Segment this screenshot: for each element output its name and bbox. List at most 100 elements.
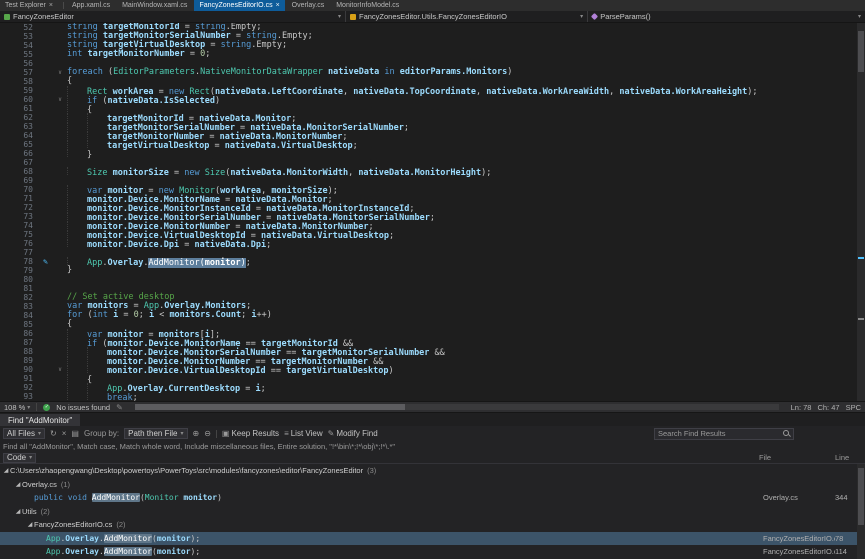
code-line[interactable]: 77 [0,248,865,257]
line-number[interactable]: 86 [0,329,38,338]
code-line[interactable]: 66} [0,149,865,158]
document-tab[interactable]: App.xaml.cs [67,0,115,11]
tab-close-icon[interactable]: × [49,2,53,9]
code-cleanup-icon[interactable]: ✎ [116,403,123,412]
line-number[interactable]: 75 [0,230,38,239]
result-group-row[interactable]: ◢FancyZonesEditorIO.cs(2) [0,518,865,532]
health-check-icon[interactable]: ✓ [43,404,50,411]
document-tab[interactable]: Overlay.cs [287,0,330,11]
fold-chevron-icon[interactable]: ∨ [53,95,67,104]
scope-dropdown[interactable]: All Files ▾ [3,428,45,439]
line-number[interactable]: 62 [0,113,38,122]
line-number[interactable]: 91 [0,374,38,383]
column-header-file[interactable]: File [759,453,831,462]
member-dropdown[interactable]: ParseParams() ▾ [588,11,865,22]
line-number[interactable]: 88 [0,347,38,356]
code-line[interactable]: 88monitor.Device.MonitorSerialNumber == … [0,347,865,356]
document-tab[interactable]: MainWindow.xaml.cs [117,0,192,11]
expand-all-icon[interactable]: ⊕ [193,429,200,438]
list-view-button[interactable]: ≡ List View [284,429,323,438]
line-number[interactable]: 65 [0,140,38,149]
code-line[interactable]: 69 [0,176,865,185]
line-number[interactable]: 52 [0,23,38,32]
line-number[interactable]: 73 [0,212,38,221]
code-line[interactable]: 93break; [0,392,865,401]
result-group-row[interactable]: ◢C:\Users\zhaopengwang\Desktop\powertoys… [0,464,865,478]
line-number[interactable]: 71 [0,194,38,203]
line-number[interactable]: 57 [0,68,38,77]
editor-vertical-scrollbar[interactable] [857,23,865,401]
fold-chevron-icon[interactable]: ∨ [53,365,67,374]
line-number[interactable]: 64 [0,131,38,140]
code-line[interactable]: 74monitor.Device.MonitorNumber = nativeD… [0,221,865,230]
result-match-row[interactable]: App.Overlay.AddMonitor(monitor);FancyZon… [0,532,865,546]
code-line[interactable]: 70var monitor = new Monitor(workArea, mo… [0,185,865,194]
refresh-icon[interactable]: ↻ [50,429,57,438]
code-line[interactable]: 75monitor.Device.VirtualDesktopId = nati… [0,230,865,239]
line-number[interactable]: 83 [0,302,38,311]
line-number[interactable]: 78 [0,257,38,266]
code-line[interactable]: 92App.Overlay.CurrentDesktop = i; [0,383,865,392]
result-match-row[interactable]: App.Overlay.AddMonitor(monitor);FancyZon… [0,545,865,559]
code-line[interactable]: 71monitor.Device.MonitorName = nativeDat… [0,194,865,203]
zoom-control[interactable]: 108 % ▾ [4,403,30,412]
line-number[interactable]: 58 [0,77,38,86]
results-scrollbar[interactable] [857,464,865,559]
line-number[interactable]: 89 [0,356,38,365]
expand-triangle-icon[interactable]: ◢ [14,508,22,515]
line-number[interactable]: 70 [0,185,38,194]
code-line[interactable]: 76monitor.Device.Dpi = nativeData.Dpi; [0,239,865,248]
code-line[interactable]: 91{ [0,374,865,383]
line-number[interactable]: 84 [0,311,38,320]
line-number[interactable]: 59 [0,86,38,95]
code-line[interactable]: 73monitor.Device.MonitorSerialNumber = n… [0,212,865,221]
line-number[interactable]: 55 [0,50,38,59]
code-line[interactable]: 58{ [0,77,865,86]
line-number[interactable]: 82 [0,293,38,302]
document-tab[interactable]: FancyZonesEditorIO.cs× [194,0,284,11]
line-number[interactable]: 61 [0,104,38,113]
line-number[interactable]: 85 [0,320,38,329]
modify-find-button[interactable]: ✎ Modify Find [328,429,378,438]
line-number[interactable]: 92 [0,383,38,392]
line-number[interactable]: 68 [0,167,38,176]
result-match-row[interactable]: public void AddMonitor(Monitor monitor)O… [0,491,865,505]
line-number[interactable]: 74 [0,221,38,230]
line-number[interactable]: 69 [0,176,38,185]
project-dropdown[interactable]: FancyZonesEditor ▾ [0,11,346,22]
document-tab[interactable]: MonitorInfoModel.cs [331,0,404,11]
expand-triangle-icon[interactable]: ◢ [14,481,22,488]
line-number[interactable]: 67 [0,158,38,167]
search-find-results-box[interactable] [654,428,794,440]
code-line[interactable]: 59Rect workArea = new Rect(nativeData.Le… [0,86,865,95]
result-group-row[interactable]: ◢Utils(2) [0,505,865,519]
column-header-line[interactable]: Line [835,453,857,462]
code-line[interactable]: 90∨monitor.Device.VirtualDesktopId == ta… [0,365,865,374]
code-line[interactable]: 86var monitor = monitors[i]; [0,329,865,338]
fold-chevron-icon[interactable]: ∨ [53,68,67,77]
line-number[interactable]: 66 [0,149,38,158]
expand-triangle-icon[interactable]: ◢ [26,521,34,528]
type-dropdown[interactable]: FancyZonesEditor.Utils.FancyZonesEditorI… [346,11,588,22]
scrollbar-thumb[interactable] [135,404,405,410]
code-line[interactable]: 64targetMonitorNumber = nativeData.Monit… [0,131,865,140]
keep-results-button[interactable]: ▣ Keep Results [222,429,279,438]
code-editor[interactable]: 52string targetMonitorId = string.Empty;… [0,23,865,401]
line-number[interactable]: 93 [0,392,38,401]
expand-triangle-icon[interactable]: ◢ [2,467,10,474]
code-line[interactable]: 68Size monitorSize = new Size(nativeData… [0,167,865,176]
search-find-results-input[interactable] [658,429,781,438]
line-number[interactable]: 87 [0,338,38,347]
code-line[interactable]: 72monitor.Device.MonitorInstanceId = nat… [0,203,865,212]
line-number[interactable]: 77 [0,248,38,257]
code-line[interactable]: 61{ [0,104,865,113]
line-number[interactable]: 79 [0,266,38,275]
line-number[interactable]: 80 [0,275,38,284]
line-number[interactable]: 54 [0,41,38,50]
code-line[interactable]: 89monitor.Device.MonitorNumber == target… [0,356,865,365]
code-line[interactable]: 65targetVirtualDesktop = nativeData.Virt… [0,140,865,149]
group-by-dropdown[interactable]: Path then File ▾ [124,428,187,439]
tool-window-tab[interactable]: Test Explorer× [0,0,58,11]
code-line[interactable]: 55int targetMonitorNumber = 0; [0,50,865,59]
find-results-tab[interactable]: Find "AddMonitor" [0,414,80,426]
